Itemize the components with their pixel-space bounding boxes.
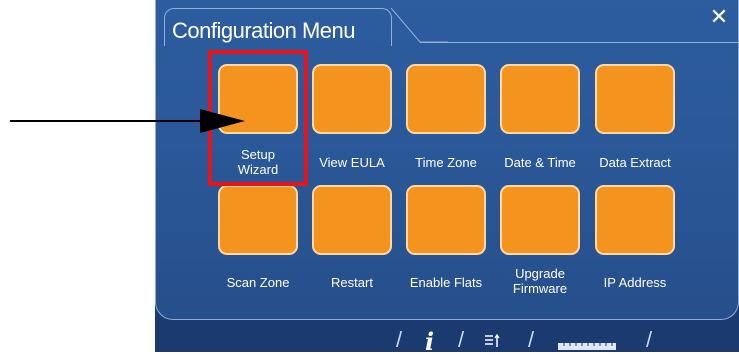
toolbar-separator: / bbox=[646, 327, 653, 352]
time-zone-button[interactable] bbox=[406, 64, 486, 134]
ip-address-button[interactable] bbox=[595, 185, 675, 255]
toolbar-separator: / bbox=[458, 327, 465, 352]
header-divider bbox=[420, 42, 739, 43]
data-extract-label: Data Extract bbox=[599, 155, 671, 170]
tab-edge-line bbox=[390, 8, 448, 43]
ip-address-label: IP Address bbox=[603, 275, 667, 290]
date-time-button[interactable] bbox=[500, 64, 580, 134]
view-eula-button[interactable] bbox=[312, 64, 392, 134]
data-extract-button[interactable] bbox=[595, 64, 675, 134]
toolbar-separator: / bbox=[528, 327, 535, 352]
window-title: Configuration Menu bbox=[172, 18, 356, 43]
upgrade-firmware-button[interactable] bbox=[500, 185, 580, 255]
date-time-label: Date & Time bbox=[504, 155, 576, 170]
close-button[interactable]: ✕ bbox=[708, 6, 730, 28]
enable-flats-button[interactable] bbox=[406, 185, 486, 255]
sort-icon[interactable] bbox=[484, 334, 502, 348]
toolbar-separator: / bbox=[396, 327, 403, 352]
ruler-icon[interactable] bbox=[558, 341, 616, 351]
restart-button[interactable] bbox=[312, 185, 392, 255]
upgrade-firmware-label: Upgrade Firmware bbox=[512, 266, 568, 296]
pointer-arrow-icon bbox=[10, 109, 245, 133]
scan-zone-button[interactable] bbox=[218, 185, 298, 255]
